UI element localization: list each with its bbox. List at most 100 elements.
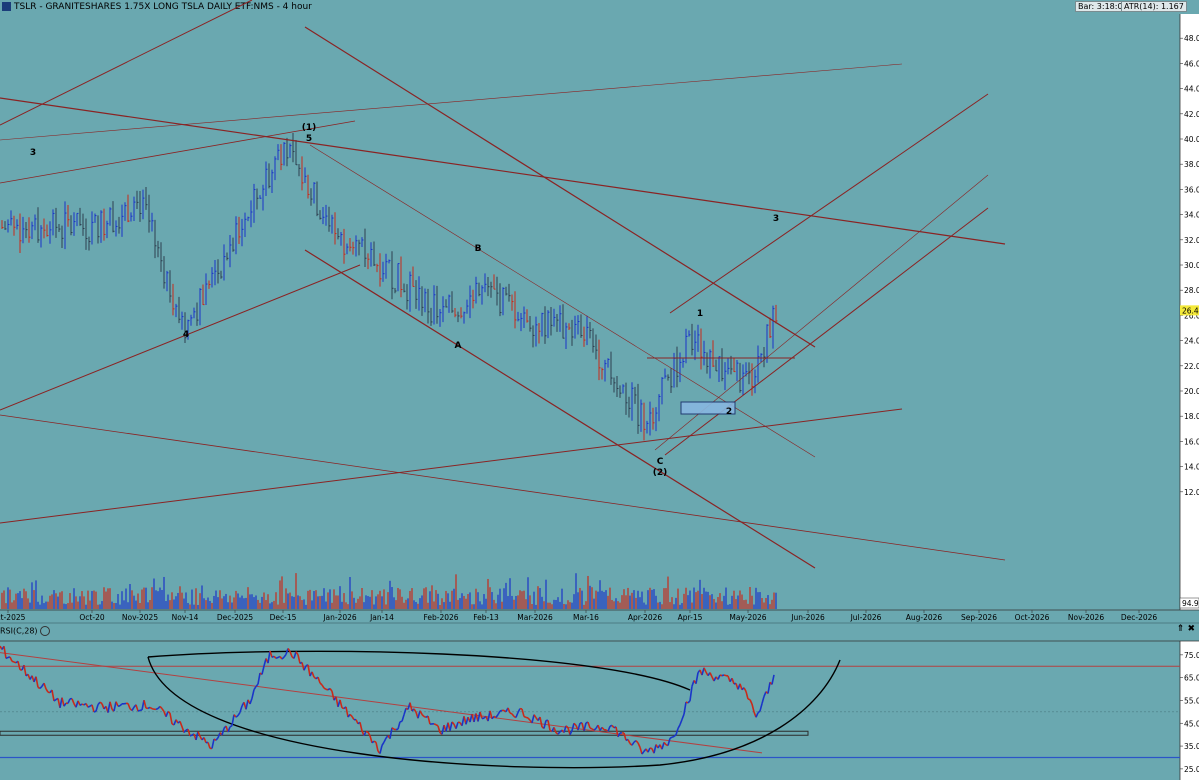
rsi-segment — [661, 742, 665, 750]
uptrend-channel-upper — [669, 93, 989, 314]
rsi-segment — [109, 701, 113, 710]
rsi-segment — [433, 723, 437, 726]
rsi-segment — [87, 705, 91, 708]
rsi-segment — [681, 713, 685, 720]
fan-line-upper — [0, 63, 903, 141]
rsi-segment — [203, 737, 207, 743]
rsi-tick-label: 25.0 — [1184, 765, 1199, 774]
rsi-segment — [91, 704, 95, 713]
rsi-segment — [345, 706, 349, 718]
long-descending-line — [0, 414, 1006, 561]
date-tick-label: Feb-2026 — [423, 613, 458, 622]
rsi-segment — [731, 677, 735, 685]
price-tick-label: 22.0 — [1184, 362, 1199, 371]
price-tick-label: 12.0 — [1184, 488, 1199, 497]
rsi-segment — [137, 709, 141, 712]
rsi-segment — [397, 721, 401, 730]
rsi-segment — [119, 703, 123, 707]
rsi-segment — [517, 708, 521, 713]
date-tick-label: Dec-15 — [270, 613, 297, 622]
rsi-segment — [747, 698, 751, 701]
rsi-segment — [85, 703, 89, 708]
date-tick-label: Oct-2026 — [1015, 613, 1050, 622]
rsi-segment — [183, 729, 187, 733]
rsi-segment — [267, 650, 271, 664]
rsi-segment — [695, 672, 699, 684]
rsi-segment — [497, 710, 501, 715]
rsi-segment — [515, 712, 519, 718]
rsi-segment — [93, 710, 97, 713]
rsi-segment — [99, 701, 103, 705]
last-price-label: 26.4 — [1182, 306, 1199, 315]
volume-value-label: 94.9 — [1182, 599, 1199, 608]
rsi-segment — [525, 716, 529, 719]
price-chart[interactable]: 48.0 46.0 44.0 42.0 40.0 38.0 36.0 34.0 32.0 30.0… — [0, 0, 1199, 780]
rsi-segment — [359, 722, 363, 732]
uptrend-channel-lower — [664, 207, 989, 456]
rsi-segment — [413, 708, 417, 713]
rsi-tick-label: 75.0 — [1184, 651, 1199, 660]
axis-labels: 48.0 46.0 44.0 42.0 40.0 38.0 36.0 34.0 32.0 30.0… — [0, 34, 1199, 774]
rsi-segment — [319, 682, 323, 686]
rsi-segment — [759, 703, 763, 712]
price-tick-label: 40.0 — [1184, 135, 1199, 144]
rsi-segment — [349, 713, 353, 717]
rsi-segment — [45, 688, 49, 693]
rsi-segment — [703, 667, 707, 673]
date-tick-label: May-2026 — [729, 613, 766, 622]
volume-bars — [1, 573, 777, 609]
rsi-segment — [687, 700, 691, 704]
rsi-segment — [421, 713, 425, 718]
rsi-header: RSI(C,28) — [0, 626, 50, 636]
rsi-segment — [369, 735, 373, 744]
rsi-arc-lower — [147, 656, 841, 769]
price-tick-label: 48.0 — [1184, 34, 1199, 43]
rsi-segment — [721, 674, 725, 677]
rsi-segment — [499, 709, 503, 712]
rsi-segment — [623, 732, 627, 741]
price-tick-label: 32.0 — [1184, 236, 1199, 245]
wave-label: 3 — [773, 214, 779, 224]
rsi-segment — [509, 712, 513, 715]
wave-label: C — [657, 457, 664, 467]
downtrend-channel-upper — [304, 26, 816, 348]
rsi-segment — [479, 711, 483, 719]
date-tick-label: Apr-15 — [678, 613, 703, 622]
rsi-segment — [767, 682, 771, 694]
rsi-segment — [95, 704, 99, 712]
rsi-segment — [135, 704, 139, 712]
rsi-segment — [61, 697, 65, 707]
rsi-segment — [639, 747, 643, 755]
rsi-segment — [321, 684, 325, 689]
rsi-segment — [527, 717, 531, 721]
price-tick-label: 28.0 — [1184, 286, 1199, 295]
wave-label: 5 — [306, 134, 312, 144]
price-tick-label: 16.0 — [1184, 437, 1199, 446]
rsi-segment — [749, 699, 753, 705]
rsi-segment — [235, 714, 239, 718]
rsi-segment — [169, 712, 173, 724]
rsi-segment — [143, 699, 147, 709]
rsi-segment — [71, 698, 75, 704]
rsi-segment — [339, 699, 343, 709]
rsi-segment — [3, 646, 7, 659]
panel-controls[interactable]: ⇑ ✖ — [1177, 624, 1195, 634]
settings-circle-icon[interactable] — [39, 626, 50, 636]
rsi-segment — [637, 742, 641, 748]
rsi-tick-label: 35.0 — [1184, 742, 1199, 751]
rsi-segment — [523, 715, 527, 719]
rsi-plot — [0, 645, 1180, 769]
rsi-segment — [547, 720, 551, 731]
rsi-segment — [571, 723, 575, 731]
rsi-tick-label: 65.0 — [1184, 674, 1199, 683]
wave-label: 1 — [697, 309, 703, 319]
rsi-segment — [689, 686, 693, 701]
rsi-segment — [601, 726, 605, 731]
rsi-segment — [455, 722, 459, 729]
rsi-segment — [771, 674, 775, 685]
wave-label: (1) — [302, 123, 317, 133]
rsi-segment — [647, 747, 651, 753]
rsi-segment — [283, 653, 287, 658]
date-tick-label: Apr-2026 — [628, 613, 663, 622]
wave-label: 3 — [30, 148, 36, 158]
